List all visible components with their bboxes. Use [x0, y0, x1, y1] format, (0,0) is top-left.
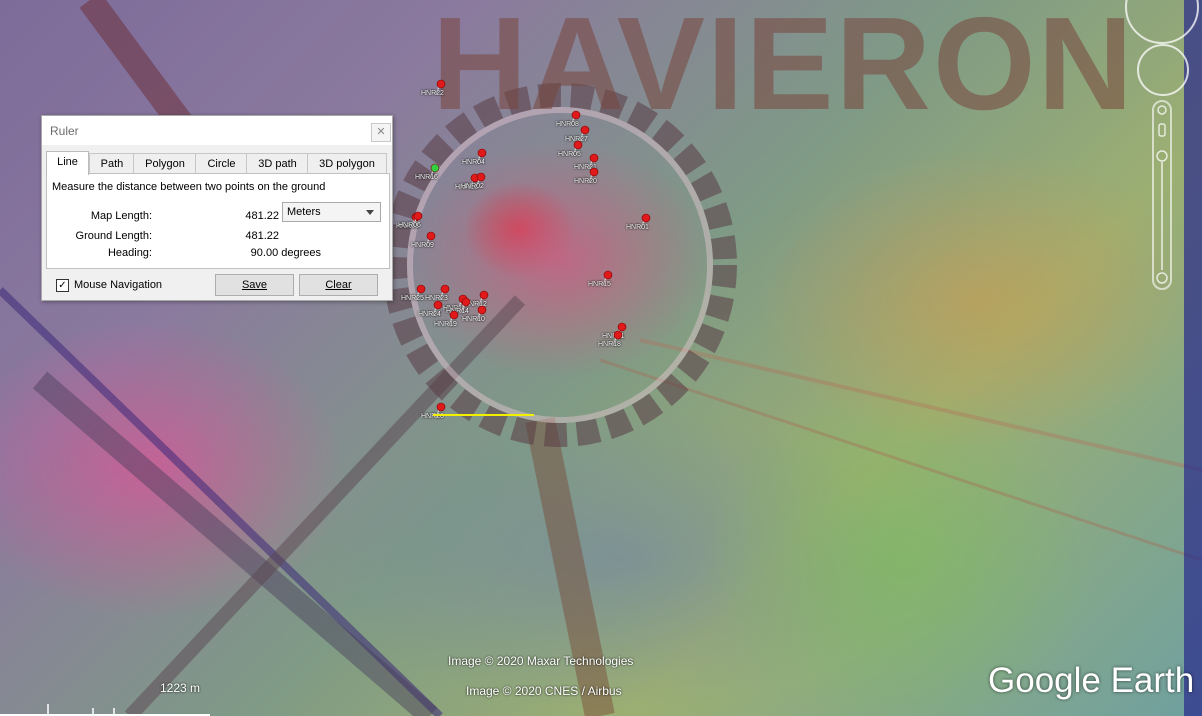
placemark-label: HNR15 — [588, 281, 611, 288]
placemark-label: HNR09 — [411, 242, 434, 249]
placemark-label: HNR19 — [434, 321, 457, 328]
placemark-label: HNR06 — [398, 222, 421, 229]
placemark-label: HNR08 — [556, 121, 579, 128]
placemark-label: HNR04 — [462, 159, 485, 166]
ruler-tabs: Line Path Polygon Circle 3D path 3D poly… — [46, 151, 388, 175]
placemark-label: HNR02 — [461, 183, 484, 190]
tab-polygon[interactable]: Polygon — [133, 153, 197, 174]
ground-length-label: Ground Length: — [75, 230, 152, 242]
ground-length-value: 481.22 — [245, 230, 279, 242]
move-control[interactable] — [1137, 44, 1189, 96]
placemark-label: HNR01 — [626, 224, 649, 231]
tab-circle[interactable]: Circle — [195, 153, 248, 174]
ruler-dialog: Ruler ✕ Line Path Polygon Circle 3D path… — [41, 115, 393, 301]
google-earth-logo: Google Earth — [988, 661, 1195, 700]
scale-label: 1223 m — [160, 681, 201, 695]
unit-select[interactable]: Meters — [282, 202, 381, 222]
mouse-navigation-label: Mouse Navigation — [74, 279, 163, 291]
tab-3d-polygon[interactable]: 3D polygon — [307, 153, 387, 174]
placemark-label: HNR20 — [574, 178, 597, 185]
imagery-attribution: Image © 2020 Maxar Technologies — [448, 654, 634, 668]
heading-value: 90.00 degrees — [250, 247, 321, 259]
map-length-label: Map Length: — [90, 210, 152, 222]
placemark-label: HNR25 — [401, 295, 424, 302]
chevron-down-icon — [366, 210, 374, 215]
map-length-value: 481.22 — [245, 210, 279, 222]
placemark-label: HNR18 — [598, 341, 621, 348]
placemark-label: HNR16 — [415, 174, 438, 181]
zoom-icons — [1156, 105, 1168, 284]
clear-button-label: Clear — [325, 279, 352, 291]
save-button[interactable]: Save — [215, 274, 294, 296]
save-button-label: Save — [241, 279, 268, 291]
line-panel: Measure the distance between two points … — [46, 173, 390, 269]
region-label: HAVIERON — [432, 0, 1135, 137]
ruler-titlebar[interactable]: Ruler ✕ — [42, 116, 392, 145]
placemark-label: HNR22 — [421, 90, 444, 97]
dialog-title: Ruler — [50, 124, 79, 138]
mouse-navigation-checkbox[interactable]: ✓ — [56, 279, 69, 292]
tab-3d-path[interactable]: 3D path — [246, 153, 309, 174]
imagery-attribution: Image © 2020 CNES / Airbus — [466, 684, 622, 698]
tab-path[interactable]: Path — [89, 153, 135, 174]
tab-line[interactable]: Line — [46, 151, 89, 175]
ruler-description: Measure the distance between two points … — [52, 181, 326, 193]
scale-bar — [0, 704, 210, 716]
map-view[interactable]: HAVIERON HNR22 HNR08 HNR27 HNR05 HNR04 HNR21 H… — [0, 0, 1202, 716]
placemark-label: HNR24 — [418, 311, 441, 318]
close-button[interactable]: ✕ — [371, 123, 391, 142]
ruler-measure-line — [433, 414, 534, 416]
heading-label: Heading: — [107, 247, 152, 259]
zoom-slider[interactable] — [1152, 100, 1172, 290]
unit-select-value: Meters — [287, 206, 321, 218]
close-icon: ✕ — [376, 126, 386, 138]
clear-button[interactable]: Clear — [299, 274, 378, 296]
placemark-label: HNR05 — [558, 151, 581, 158]
